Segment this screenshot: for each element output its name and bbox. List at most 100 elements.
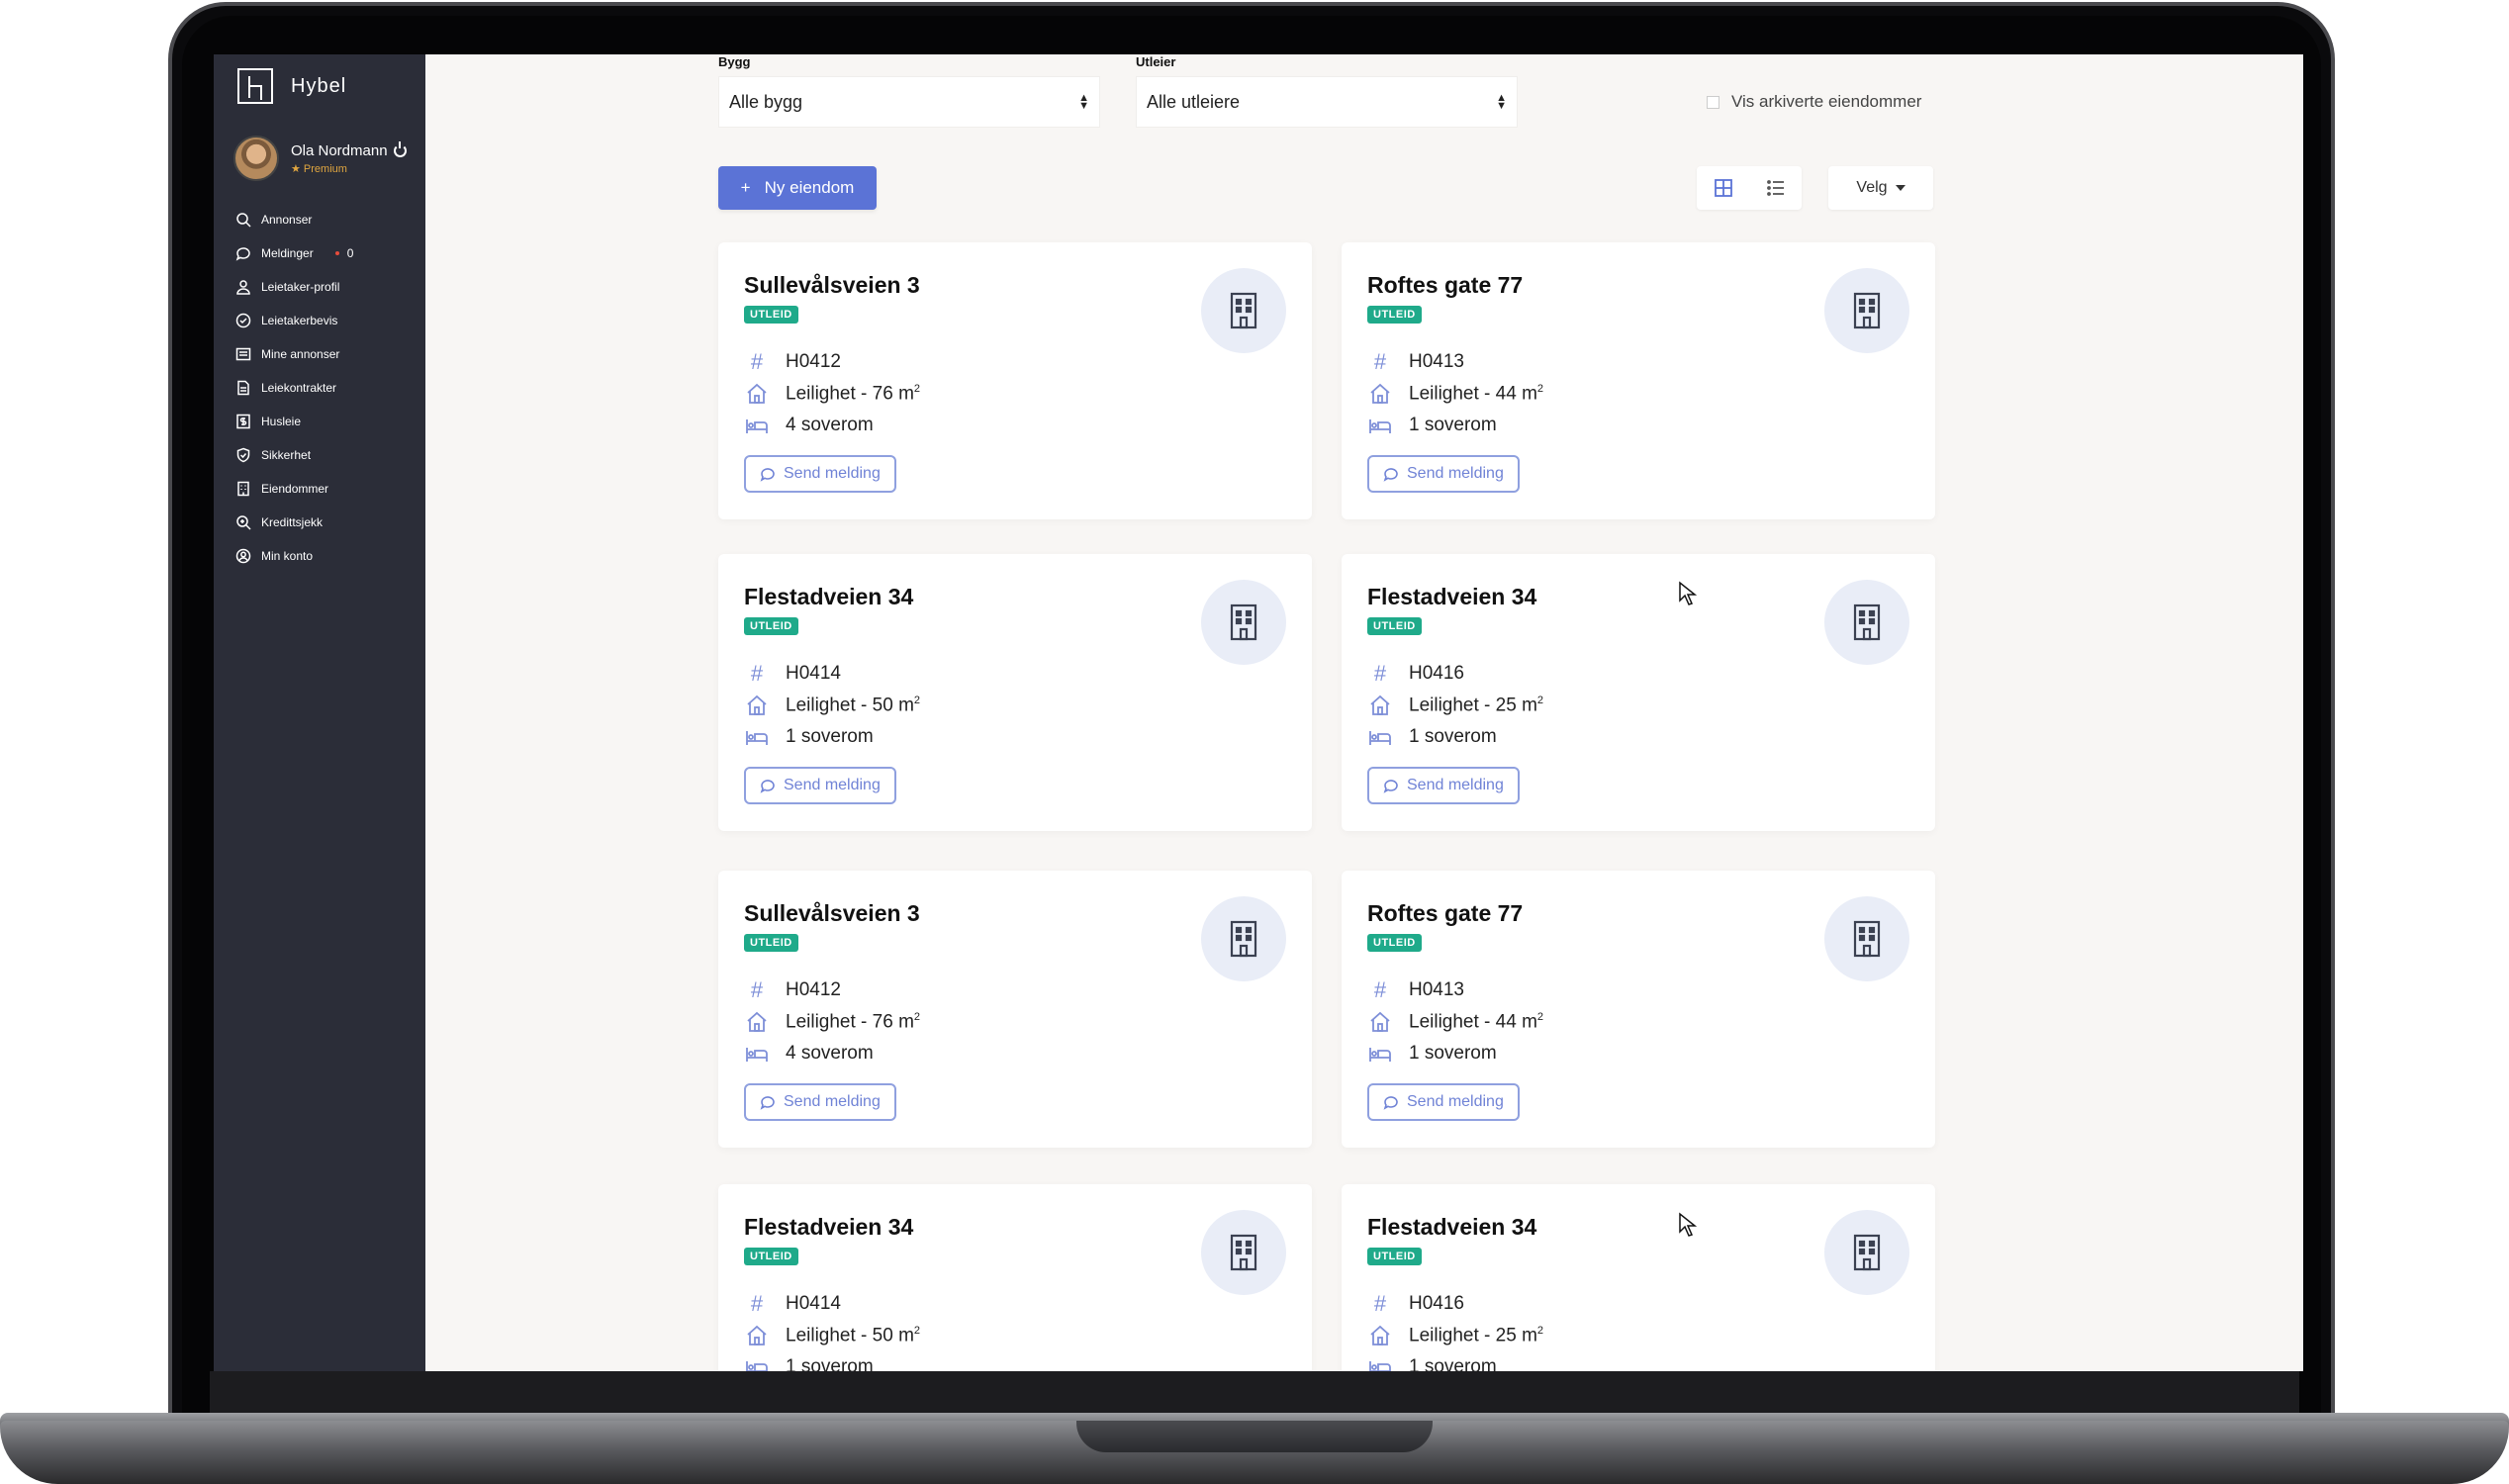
building-icon [1201, 580, 1286, 665]
building-icon [1824, 268, 1909, 353]
property-type-row: Leilighet - 76 m2 [744, 1011, 920, 1033]
chevron-down-icon [1895, 185, 1905, 191]
property-card[interactable]: Flestadveien 34 UTLEID # H0416 Leilighet… [1342, 554, 1935, 831]
send-message-button[interactable]: Send melding [1367, 1083, 1520, 1121]
status-badge: UTLEID [744, 306, 798, 324]
property-rooms: 1 soverom [1409, 415, 1497, 435]
new-property-label: Ny eiendom [764, 178, 855, 197]
property-id: H0412 [786, 351, 841, 372]
property-card[interactable]: Flestadveien 34 UTLEID # H0414 Leilighet… [718, 554, 1312, 831]
property-card[interactable]: Sullevålsveien 3 UTLEID # H0412 Leilighe… [718, 242, 1312, 519]
list-view-icon[interactable] [1764, 176, 1788, 200]
velg-dropdown[interactable]: Velg [1828, 166, 1933, 210]
archive-checkbox[interactable] [1707, 95, 1719, 109]
building-icon [235, 481, 251, 497]
sidebar-item-meldinger[interactable]: Meldinger 0 [235, 236, 423, 270]
sidebar-item-mine-annonser[interactable]: Mine annonser [235, 337, 423, 371]
bygg-label: Bygg [718, 54, 751, 69]
sidebar-item-eiendommer[interactable]: Eiendommer [235, 472, 423, 506]
sidebar: Hybel Ola Nordmann ★ Premium Annonser Me… [214, 54, 425, 1371]
property-id: H0414 [786, 1293, 841, 1314]
message-count: 0 [346, 246, 354, 260]
send-message-button[interactable]: Send melding [1367, 455, 1520, 493]
sidebar-item-min-konto[interactable]: Min konto [235, 539, 423, 573]
new-property-button[interactable]: + Ny eiendom [718, 166, 877, 210]
bed-icon [1367, 415, 1393, 436]
sidebar-item-label: Sikkerhet [261, 448, 312, 462]
property-rooms: 1 soverom [1409, 1043, 1497, 1064]
archive-label: Vis arkiverte eiendommer [1731, 92, 1922, 111]
property-rooms: 1 soverom [1409, 726, 1497, 747]
home-icon [1367, 383, 1393, 405]
bygg-select[interactable]: Alle bygg ▲ ▼ [718, 76, 1100, 128]
list-box-icon [235, 346, 251, 362]
unread-dot [334, 251, 339, 255]
property-title: Sullevålsveien 3 [744, 272, 920, 298]
main-content: Bygg Alle bygg ▲ ▼ Utleier Alle utleiere … [425, 54, 2303, 1371]
status-badge: UTLEID [744, 934, 798, 952]
sidebar-item-label: Husleie [261, 415, 302, 428]
sidebar-item-annonser[interactable]: Annonser [235, 203, 423, 236]
sidebar-item-leietaker-profil[interactable]: Leietaker-profil [235, 270, 423, 304]
property-rooms-row: 1 soverom [1367, 415, 1497, 436]
send-message-button[interactable]: Send melding [744, 455, 896, 493]
home-icon [744, 1325, 770, 1346]
hash-icon: # [750, 349, 764, 374]
mouse-cursor-icon [1679, 581, 1698, 605]
user-icon [235, 279, 251, 295]
document-icon [235, 380, 251, 396]
bed-icon [1367, 1043, 1393, 1065]
sidebar-item-leiekontrakter[interactable]: Leiekontrakter [235, 371, 423, 405]
archive-toggle[interactable]: Vis arkiverte eiendommer [1707, 92, 1921, 112]
utleier-select[interactable]: Alle utleiere ▲ ▼ [1136, 76, 1518, 128]
property-title: Flestadveien 34 [744, 584, 914, 609]
property-card[interactable]: Sullevålsveien 3 UTLEID # H0412 Leilighe… [718, 871, 1312, 1148]
bygg-select-value: Alle bygg [729, 91, 803, 112]
sidebar-item-sikkerhet[interactable]: Sikkerhet [235, 438, 423, 472]
property-rooms-row: 1 soverom [1367, 1356, 1497, 1371]
bed-icon [744, 726, 770, 748]
mouse-cursor-icon [1679, 1212, 1698, 1237]
property-type: Leilighet - 25 m2 [1409, 1325, 1544, 1346]
sidebar-item-kredittsjekk[interactable]: Kredittsjekk [235, 506, 423, 539]
utleier-label: Utleier [1136, 54, 1176, 69]
building-icon [1824, 1210, 1909, 1295]
bed-icon [744, 415, 770, 436]
property-rooms: 4 soverom [786, 415, 874, 435]
property-id: H0416 [1409, 663, 1464, 684]
send-message-button[interactable]: Send melding [1367, 767, 1520, 804]
send-message-label: Send melding [1407, 777, 1504, 793]
user-profile[interactable]: Ola Nordmann ★ Premium [233, 136, 407, 181]
property-rooms-row: 4 soverom [744, 415, 874, 436]
send-message-button[interactable]: Send melding [744, 767, 896, 804]
brand-name: Hybel [291, 74, 347, 97]
avatar [233, 136, 279, 181]
shield-icon [235, 447, 251, 463]
home-icon [1367, 695, 1393, 716]
laptop-notch [1076, 1421, 1433, 1452]
power-icon[interactable] [393, 140, 407, 157]
send-message-button[interactable]: Send melding [744, 1083, 896, 1121]
sidebar-item-label: Annonser [261, 213, 313, 227]
property-type: Leilighet - 76 m2 [786, 383, 921, 405]
status-badge: UTLEID [1367, 617, 1422, 635]
check-circle-icon [235, 313, 251, 328]
sidebar-item-husleie[interactable]: Husleie [235, 405, 423, 438]
sidebar-item-label: Leiekontrakter [261, 381, 337, 395]
chat-icon [760, 780, 775, 793]
property-rooms: 4 soverom [786, 1043, 874, 1064]
sidebar-item-leietakerbevis[interactable]: Leietakerbevis [235, 304, 423, 337]
property-card[interactable]: Roftes gate 77 UTLEID # H0413 Leilighet … [1342, 242, 1935, 519]
home-icon [1367, 1011, 1393, 1033]
view-toggle [1697, 166, 1802, 210]
building-icon [1824, 896, 1909, 981]
property-id: H0413 [1409, 351, 1464, 372]
grid-view-icon[interactable] [1712, 176, 1735, 200]
property-card[interactable]: Flestadveien 34 UTLEID # H0416 Leilighet… [1342, 1184, 1935, 1371]
property-title: Roftes gate 77 [1367, 272, 1524, 298]
brand[interactable]: Hybel [237, 68, 346, 104]
property-card[interactable]: Roftes gate 77 UTLEID # H0413 Leilighet … [1342, 871, 1935, 1148]
property-card[interactable]: Flestadveien 34 UTLEID # H0414 Leilighet… [718, 1184, 1312, 1371]
property-rooms-row: 1 soverom [1367, 726, 1497, 748]
chat-icon [1383, 1096, 1398, 1110]
